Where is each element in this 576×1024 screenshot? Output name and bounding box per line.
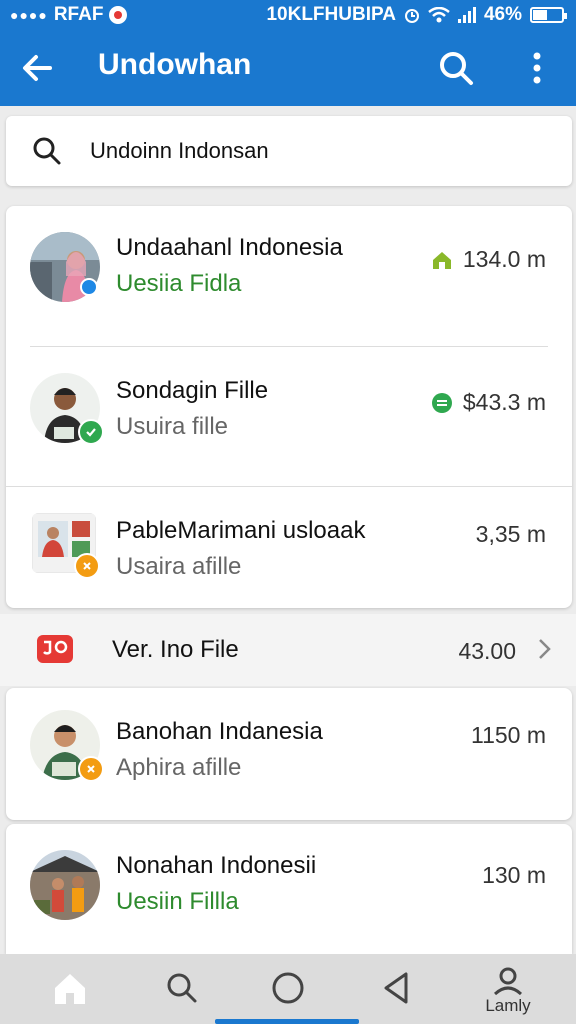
avatar (30, 850, 100, 920)
video-file-icon (37, 635, 73, 663)
battery-icon (530, 7, 567, 23)
item-meta: 3,35 m (476, 521, 546, 548)
app-bar: Undowhan (0, 34, 576, 104)
item-subtitle: Aphira afille (116, 754, 242, 781)
item-meta: 134.0 m (431, 246, 546, 273)
item-subtitle: Uesiia Fidla (116, 270, 242, 297)
cell-signal-icon (457, 7, 476, 23)
page-title: Undowhan (98, 48, 252, 81)
item-title: Sondagin Fille (116, 377, 269, 404)
item-subtitle: Usuira fille (116, 413, 229, 440)
circle-icon[interactable] (268, 968, 308, 1008)
status-center-text: 10KLFHUBIPA (266, 4, 396, 25)
avatar (32, 513, 100, 579)
battery-level (533, 10, 547, 20)
back-triangle-icon[interactable] (376, 968, 416, 1008)
list-item[interactable]: Undaahanl Indonesia Uesiia Fidla 134.0 m (6, 206, 572, 346)
signal-dots: ●●●● (10, 7, 48, 23)
item-subtitle: Usaira afille (116, 553, 242, 580)
item-size: 134.0 m (462, 246, 546, 272)
avatar (30, 710, 104, 782)
item-size: 3,35 m (475, 521, 546, 547)
bottom-navigation: Lamly (0, 954, 576, 1024)
list-item[interactable]: Nonahan Indonesii Uesiin Fillla 130 m (6, 824, 572, 954)
item-size: 130 m (482, 862, 546, 888)
list-item[interactable]: Sondagin Fille Usuira fille $43.3 m (6, 347, 572, 485)
item-title: Banohan Indanesia (116, 718, 323, 745)
avatar-photo (30, 850, 100, 920)
file-row[interactable]: Ver. Ino File 43.00 (0, 614, 576, 686)
search-field[interactable]: Undoinn Indonsan (6, 116, 572, 186)
item-meta: 130 m (482, 862, 546, 889)
list-card-group: Undaahanl Indonesia Uesiia Fidla 134.0 m… (6, 206, 572, 608)
search-input[interactable]: Undoinn Indonsan (90, 138, 269, 164)
avatar (30, 373, 104, 445)
alarm-icon (404, 9, 419, 23)
file-name: Ver. Ino File (112, 636, 239, 663)
top-bar: ●●●● RFAF 10KLFHUBIPA 46% Undowhan (0, 0, 576, 106)
item-size: 1150 m (470, 722, 546, 748)
status-right: 10KLFHUBIPA 46% (266, 4, 567, 26)
home-icon[interactable] (50, 968, 90, 1008)
item-meta: $43.3 m (431, 389, 546, 416)
item-subtitle: Uesiin Fillla (116, 888, 239, 915)
status-left: ●●●● RFAF (10, 4, 128, 26)
search-icon[interactable] (436, 48, 476, 88)
orange-badge-icon (78, 756, 104, 782)
battery-percent: 46% (483, 4, 522, 25)
green-circle-icon (431, 392, 452, 413)
more-vertical-icon[interactable] (520, 48, 554, 88)
chevron-right-icon (539, 639, 551, 659)
status-bar: ●●●● RFAF 10KLFHUBIPA 46% (0, 0, 576, 30)
item-title: Nonahan Indonesii (116, 852, 317, 879)
list-item[interactable]: Banohan Indanesia Aphira afille 1150 m (6, 688, 572, 820)
search-icon (33, 137, 61, 165)
item-title: Undaahanl Indonesia (116, 234, 343, 261)
arrow-left-icon[interactable] (18, 48, 58, 88)
item-title: PableMarimani usloaak (116, 517, 366, 544)
check-badge-icon (78, 419, 104, 445)
file-size: 43.00 (458, 638, 516, 664)
wifi-icon (428, 7, 450, 23)
home-icon (432, 251, 451, 269)
active-indicator (215, 1019, 359, 1024)
carrier-name: RFAF (53, 4, 104, 25)
item-meta: 1150 m (471, 722, 546, 749)
nav-label-profile: Lamly (485, 996, 531, 1015)
orange-badge-icon (74, 553, 100, 579)
record-icon (109, 6, 128, 24)
item-size: $43.3 m (462, 389, 546, 415)
list-item[interactable]: PableMarimani usloaak Usaira afille 3,35… (6, 487, 572, 608)
avatar (30, 232, 100, 302)
badge-icon (80, 278, 98, 296)
search-icon[interactable] (162, 968, 202, 1008)
